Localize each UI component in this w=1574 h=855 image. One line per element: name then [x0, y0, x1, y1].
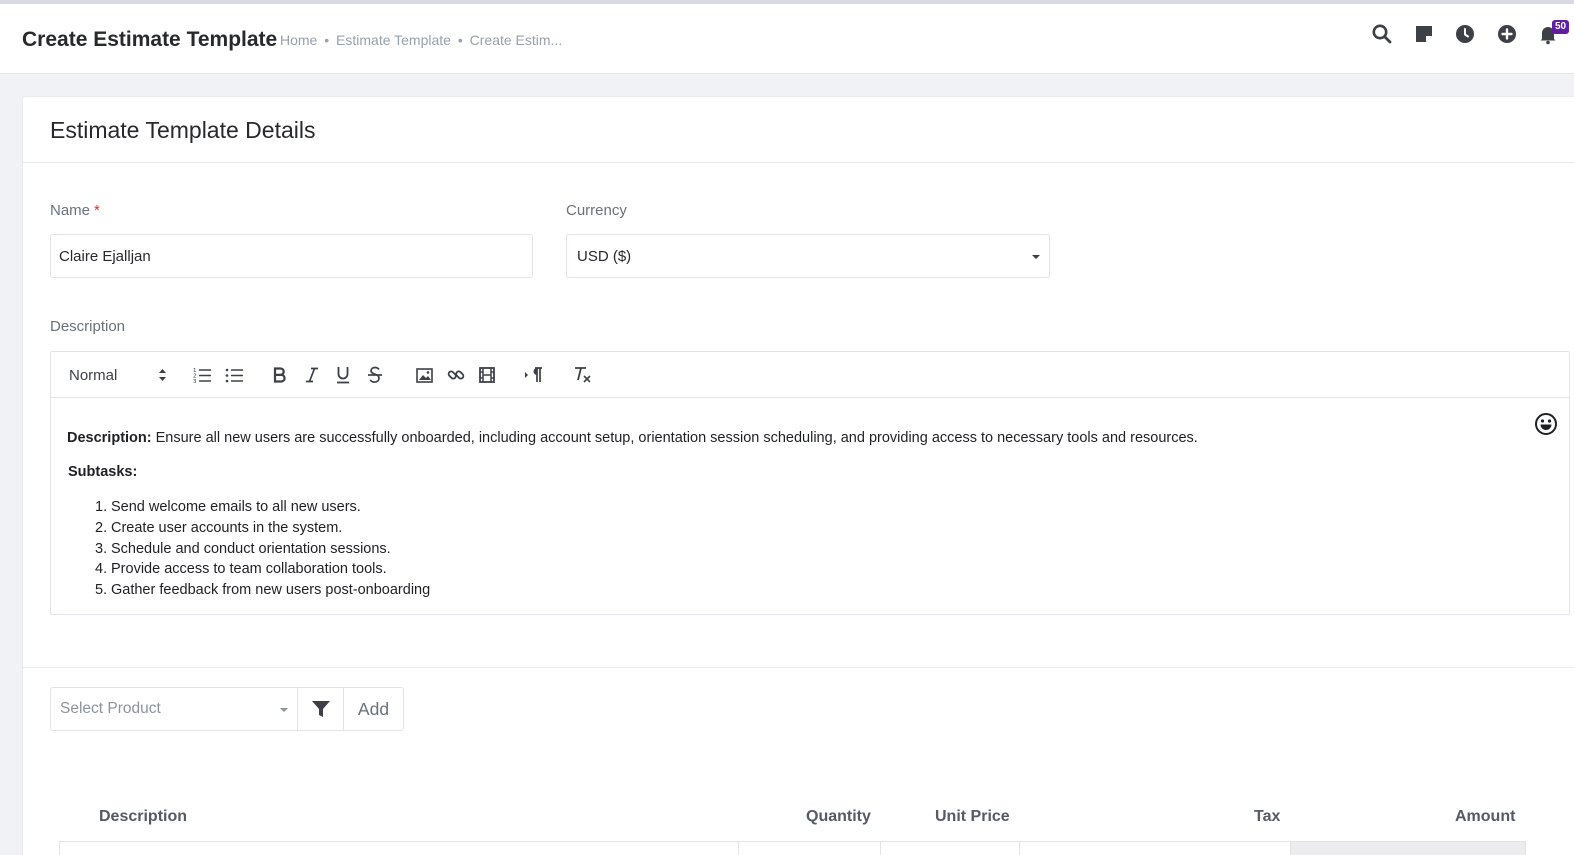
list-item-text: Send welcome emails to all new users. — [111, 499, 361, 515]
list-item: 1. Send welcome emails to all new users. — [95, 497, 1198, 518]
list-item-text: Provide access to team collaboration too… — [111, 561, 387, 578]
breadcrumb-estimate-template[interactable]: Estimate Template — [336, 32, 451, 48]
strikethrough-icon[interactable] — [365, 365, 385, 385]
col-header-quantity: Quantity — [806, 808, 871, 825]
name-label: Name * — [50, 202, 100, 219]
currency-label: Currency — [566, 202, 627, 219]
section-divider — [23, 667, 1574, 668]
format-select[interactable]: Normal — [69, 365, 167, 385]
subtasks-label: Subtasks: — [68, 464, 138, 480]
estimate-template-card: Estimate Template Details Name * Claire E… — [22, 96, 1574, 855]
select-product-placeholder: Select Product — [60, 700, 161, 717]
chevron-down-icon — [280, 708, 288, 712]
format-select-value: Normal — [69, 366, 118, 384]
subtasks-list: 1. Send welcome emails to all new users. … — [95, 497, 1198, 601]
list-item-number: 1. — [95, 499, 108, 515]
card-title: Estimate Template Details — [50, 117, 316, 143]
plus-circle-icon[interactable] — [1495, 22, 1519, 46]
editor-toolbar: Normal 123 — [51, 352, 1569, 398]
breadcrumb-separator: • — [324, 32, 330, 48]
clear-format-icon[interactable] — [571, 365, 595, 385]
bullet-list-icon[interactable] — [223, 365, 245, 385]
add-product-button[interactable]: Add — [343, 687, 404, 731]
italic-icon[interactable] — [302, 365, 322, 385]
sticky-note-icon[interactable] — [1412, 22, 1436, 46]
page-title: Create Estimate Template — [22, 28, 278, 51]
card-divider — [23, 162, 1574, 163]
list-item: 2. Create user accounts in the system. — [95, 518, 1198, 539]
col-header-tax: Tax — [1254, 808, 1281, 825]
list-item-number: 5. — [95, 582, 108, 599]
image-icon[interactable] — [413, 365, 435, 385]
updown-icon — [159, 369, 166, 381]
currency-value: USD ($) — [577, 247, 632, 265]
breadcrumb-home[interactable]: Home — [280, 32, 317, 48]
emoji-icon[interactable] — [1534, 412, 1558, 436]
subtasks-heading: Subtasks: — [68, 462, 1198, 482]
currency-select[interactable]: USD ($) — [566, 234, 1050, 278]
list-item-number: 3. — [95, 540, 108, 557]
link-icon[interactable] — [445, 365, 467, 385]
text-direction-icon[interactable] — [523, 365, 545, 385]
list-item-number: 4. — [95, 561, 108, 578]
description-text: Ensure all new users are successfully on… — [151, 430, 1198, 446]
list-item: 5. Gather feedback from new users post-on… — [95, 580, 1198, 601]
ordered-list-icon[interactable]: 123 — [191, 365, 213, 385]
list-item-text: Schedule and conduct orientation session… — [111, 540, 391, 557]
row-description-input[interactable] — [59, 841, 739, 855]
svg-text:3: 3 — [193, 379, 197, 384]
chevron-down-icon — [1032, 255, 1040, 259]
search-icon[interactable] — [1370, 22, 1394, 46]
filter-icon — [311, 701, 330, 717]
clock-icon[interactable] — [1453, 22, 1477, 46]
video-icon[interactable] — [476, 365, 498, 385]
list-item-text: Create user accounts in the system. — [111, 519, 343, 536]
description-label: Description — [50, 318, 126, 335]
top-header: Create Estimate Template Home • Estimate… — [0, 4, 1574, 74]
filter-button[interactable] — [297, 687, 344, 731]
description-paragraph: Description: Ensure all new users are su… — [67, 428, 1198, 448]
breadcrumb: Home • Estimate Template • Create Estim.… — [280, 32, 562, 48]
list-item-number: 2. — [95, 519, 108, 536]
description-editor: Normal 123 Description: Ensure all new u… — [50, 351, 1570, 615]
col-header-unit-price: Unit Price — [935, 808, 1010, 825]
notification-badge: 50 — [1552, 20, 1570, 34]
list-item-text: Gather feedback from new users post-onbo… — [111, 582, 431, 599]
description-bold-label: Description: — [67, 430, 152, 446]
row-unit-price-input[interactable] — [880, 841, 1020, 855]
list-item: 4. Provide access to team collaboration t… — [95, 559, 1198, 580]
select-product-dropdown[interactable]: Select Product — [50, 687, 298, 731]
breadcrumb-separator: • — [457, 32, 463, 48]
name-input[interactable]: Claire Ejalljan — [50, 234, 533, 278]
col-header-amount: Amount — [1455, 808, 1516, 825]
row-amount-field — [1290, 841, 1526, 855]
name-label-text: Name — [50, 202, 91, 219]
row-quantity-input[interactable] — [738, 841, 881, 855]
list-item: 3. Schedule and conduct orientation sessi… — [95, 539, 1198, 560]
editor-content[interactable]: Description: Ensure all new users are su… — [67, 428, 1198, 601]
bold-icon[interactable] — [270, 365, 290, 385]
row-tax-select[interactable] — [1019, 841, 1291, 855]
underline-icon[interactable] — [333, 365, 353, 385]
breadcrumb-current: Create Estim... — [469, 32, 563, 48]
col-header-description: Description — [99, 808, 188, 825]
required-marker: * — [94, 202, 100, 219]
